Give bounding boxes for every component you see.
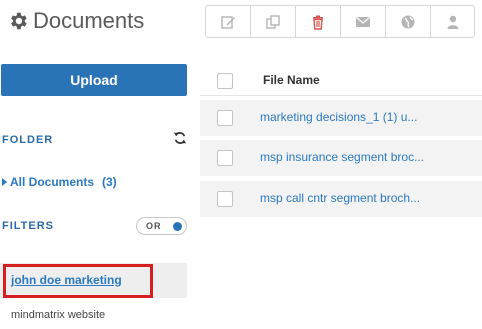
file-list-header: File Name [200, 63, 482, 96]
trash-icon [313, 15, 323, 30]
edit-button[interactable] [206, 6, 251, 37]
globe-icon [401, 15, 415, 28]
file-checkbox[interactable] [217, 191, 233, 207]
file-row[interactable]: msp insurance segment broc... [200, 140, 482, 176]
folder-all-documents[interactable]: All Documents (3) [2, 175, 117, 189]
gear-icon [11, 12, 27, 30]
edit-icon [221, 15, 235, 29]
envelope-icon [356, 16, 370, 27]
user-button[interactable] [431, 6, 474, 37]
globe-button[interactable] [386, 6, 431, 37]
file-row[interactable]: msp call cntr segment broch... [200, 181, 482, 217]
page-header: Documents [7, 8, 144, 34]
refresh-icon[interactable] [173, 131, 187, 145]
select-all-checkbox[interactable] [217, 73, 233, 89]
page-title: Documents [33, 8, 145, 33]
caret-right-icon [2, 178, 7, 186]
folder-name: All Documents [10, 175, 95, 189]
file-name-link[interactable]: msp call cntr segment broch... [260, 191, 420, 205]
filters-section-label: FILTERS [2, 220, 55, 232]
file-checkbox[interactable] [217, 110, 233, 126]
email-button[interactable] [341, 6, 386, 37]
copy-icon [266, 14, 280, 29]
upload-button[interactable]: Upload [1, 64, 187, 96]
folder-section-label: FOLDER [2, 134, 54, 146]
user-icon [447, 15, 458, 29]
toggle-knob [173, 222, 182, 231]
file-name-column-header: File Name [263, 73, 320, 87]
filter-item-mindmatrix-website[interactable]: mindmatrix website [11, 309, 105, 321]
or-toggle[interactable]: OR [136, 217, 187, 235]
folder-count: (3) [102, 175, 117, 189]
delete-button[interactable] [296, 6, 341, 37]
file-name-link[interactable]: msp insurance segment broc... [260, 150, 424, 164]
file-name-link[interactable]: marketing decisions_1 (1) u... [260, 110, 417, 124]
filter-item-john-doe-marketing[interactable]: john doe marketing [11, 273, 122, 287]
toggle-label: OR [146, 221, 162, 231]
file-row[interactable]: marketing decisions_1 (1) u... [200, 100, 482, 136]
copy-button[interactable] [251, 6, 296, 37]
file-checkbox[interactable] [217, 150, 233, 166]
toolbar [205, 5, 475, 38]
